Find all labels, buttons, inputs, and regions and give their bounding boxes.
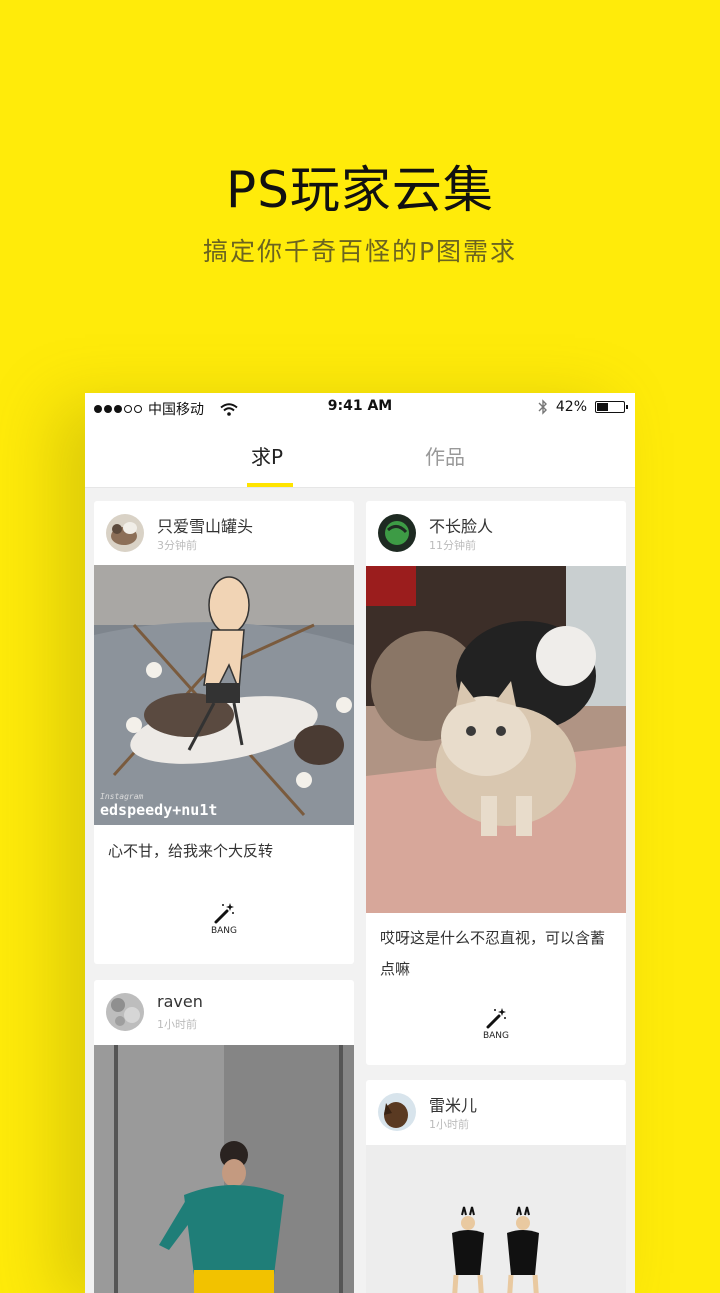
username[interactable]: 雷米儿 <box>429 1092 477 1116</box>
user-avatar[interactable] <box>378 514 416 552</box>
user-avatar[interactable] <box>106 514 144 552</box>
post-photo[interactable]: Instagram edspeedy+nu1t <box>94 565 354 825</box>
active-tab-indicator <box>247 483 293 487</box>
username[interactable]: 只爱雪山罐头 <box>157 513 253 537</box>
status-bar: 中国移动 9:41 AM 42% <box>85 393 635 421</box>
bang-button[interactable]: BANG <box>366 1006 626 1041</box>
post-photo[interactable] <box>366 566 626 913</box>
tab-qiup[interactable]: 求P <box>222 441 312 470</box>
post-caption: 心不甘，给我来个大反转 <box>108 842 274 860</box>
tab-works[interactable]: 作品 <box>400 441 490 470</box>
username[interactable]: raven <box>157 992 203 1011</box>
hero-title: PS玩家云集 <box>226 161 494 219</box>
feed-card[interactable]: 雷米儿 1小时前 <box>366 1080 626 1293</box>
post-caption: 哎呀这是什么不忍直视，可以含蓄点嘛 <box>380 929 606 978</box>
bang-label: BANG <box>210 926 238 936</box>
post-photo[interactable] <box>94 1045 354 1293</box>
hero-subtitle: 搞定你千奇百怪的P图需求 <box>202 237 518 266</box>
status-right: 42% <box>538 399 628 415</box>
phone-mockup: 中国移动 9:41 AM 42% 求P 作品 只爱雪山罐头 3分钟前 Insta… <box>85 393 635 1293</box>
feed-card[interactable]: 不长脸人 11分钟前 哎呀这是什么不忍直视，可以含蓄点嘛 BANG <box>366 501 626 1065</box>
photo-watermark: Instagram edspeedy+nu1t <box>100 792 218 819</box>
battery-icon <box>595 401 628 413</box>
feed-card[interactable]: raven 1小时前 <box>94 980 354 1293</box>
post-time: 3分钟前 <box>157 539 197 552</box>
magic-wand-icon <box>214 903 234 924</box>
magic-wand-icon <box>486 1008 506 1029</box>
username[interactable]: 不长脸人 <box>429 513 493 537</box>
user-avatar[interactable] <box>378 1093 416 1131</box>
bluetooth-icon <box>538 399 547 415</box>
post-time: 11分钟前 <box>429 539 476 552</box>
bang-button[interactable]: BANG <box>94 901 354 936</box>
bang-label: BANG <box>482 1031 510 1041</box>
battery-percent: 42% <box>555 399 587 415</box>
post-time: 1小时前 <box>157 1018 197 1031</box>
post-photo[interactable] <box>366 1145 626 1293</box>
tab-bar: 求P 作品 <box>85 421 635 488</box>
feed-card[interactable]: 只爱雪山罐头 3分钟前 Instagram edspeedy+nu1t 心不甘，… <box>94 501 354 964</box>
post-time: 1小时前 <box>429 1118 469 1131</box>
user-avatar[interactable] <box>106 993 144 1031</box>
